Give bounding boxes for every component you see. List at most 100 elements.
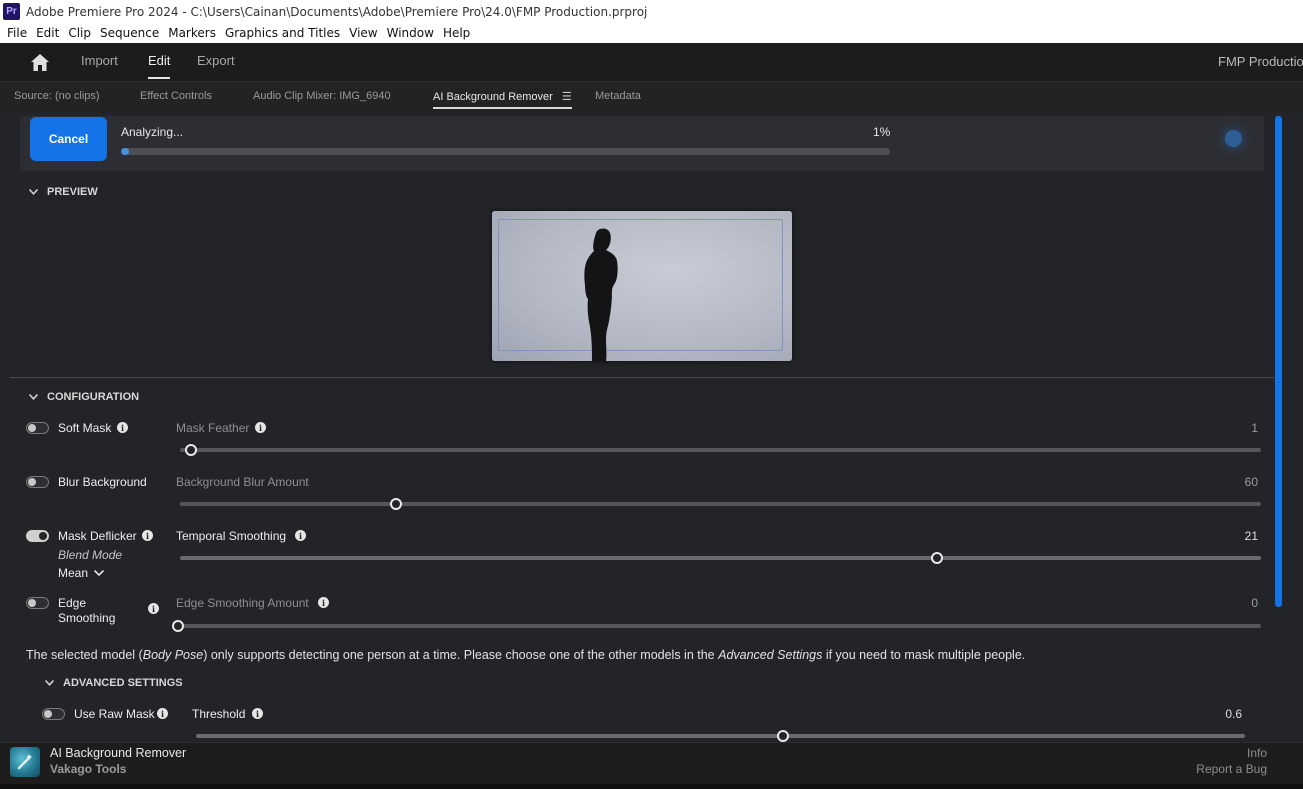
info-icon[interactable]: i	[252, 708, 263, 719]
info-link[interactable]: Info	[1247, 746, 1267, 760]
workspace-nav: Import Edit Export FMP Production	[0, 43, 1303, 81]
blur-background-toggle[interactable]	[26, 476, 49, 488]
slider-thumb[interactable]	[777, 730, 790, 742]
project-name: FMP Production	[1218, 54, 1303, 69]
edge-smoothing-toggle[interactable]	[26, 597, 49, 609]
tab-import[interactable]: Import	[81, 53, 118, 68]
scrollbar-thumb[interactable]	[1275, 116, 1282, 607]
mask-deflicker-toggle[interactable]	[26, 530, 49, 542]
edge-smoothing-label-line2: Smoothing	[58, 611, 116, 625]
chevron-down-icon	[29, 394, 38, 400]
plugin-vendor: Vakago Tools	[50, 762, 127, 776]
plugin-title: AI Background Remover	[50, 746, 187, 760]
blend-mode-dropdown[interactable]: Mean	[58, 566, 105, 580]
menu-graphics-and-titles[interactable]: Graphics and Titles	[225, 26, 340, 40]
analysis-progress-fill	[121, 148, 129, 155]
use-raw-mask-toggle[interactable]	[42, 708, 65, 720]
vakago-logo-icon	[10, 747, 40, 777]
chevron-down-icon	[45, 680, 54, 686]
slider-thumb[interactable]	[184, 444, 197, 456]
mask-feather-slider[interactable]	[180, 444, 1261, 456]
configuration-section-header[interactable]: CONFIGURATION	[29, 391, 139, 403]
menu-sequence[interactable]: Sequence	[100, 26, 159, 40]
toggle-knob	[28, 424, 36, 432]
preview-heading: PREVIEW	[47, 186, 98, 198]
menu-clip[interactable]: Clip	[68, 26, 91, 40]
edge-smoothing-amount-value: 0	[1251, 596, 1258, 610]
analysis-percent: 1%	[873, 125, 891, 139]
menu-markers[interactable]: Markers	[168, 26, 216, 40]
configuration-heading: CONFIGURATION	[47, 391, 140, 403]
report-bug-link[interactable]: Report a Bug	[1196, 762, 1267, 776]
slider-thumb[interactable]	[930, 552, 943, 564]
mask-feather-value: 1	[1251, 421, 1258, 435]
home-icon[interactable]	[31, 54, 49, 71]
edge-smoothing-slider[interactable]	[172, 620, 1261, 632]
note-text-3: if you need to mask multiple people.	[822, 648, 1026, 662]
plugin-footer: AI Background Remover Vakago Tools Info …	[0, 742, 1303, 784]
toggle-knob	[44, 710, 52, 718]
menu-bar: File Edit Clip Sequence Markers Graphics…	[0, 23, 1303, 43]
panel-tab-metadata[interactable]: Metadata	[595, 90, 641, 102]
analysis-status-text: Analyzing...	[121, 125, 184, 139]
mask-deflicker-label: Mask Deflicker	[58, 529, 137, 543]
info-icon[interactable]: i	[148, 603, 159, 614]
premiere-app-icon: Pr	[3, 3, 20, 20]
section-divider	[10, 377, 1274, 378]
preview-mask-frame	[498, 219, 783, 351]
note-advanced-settings-ref: Advanced Settings	[718, 648, 823, 662]
tab-edit[interactable]: Edit	[148, 53, 171, 79]
chevron-down-icon	[94, 570, 105, 576]
menu-help[interactable]: Help	[443, 26, 470, 40]
analysis-progress-bar	[121, 148, 890, 155]
advanced-settings-section-header[interactable]: ADVANCED SETTINGS	[45, 677, 183, 689]
toggle-knob	[39, 532, 47, 540]
panel-tab-ai-background-remover[interactable]: AI Background Remover ☰	[433, 90, 572, 109]
loading-spinner-icon	[1225, 130, 1242, 147]
advanced-settings-heading: ADVANCED SETTINGS	[63, 677, 183, 689]
hamburger-menu-icon[interactable]: ☰	[562, 91, 572, 103]
menu-file[interactable]: File	[7, 26, 27, 40]
info-icon[interactable]: i	[255, 422, 266, 433]
temporal-smoothing-value: 21	[1244, 529, 1258, 543]
panel-tab-effect-controls[interactable]: Effect Controls	[140, 90, 212, 102]
chevron-down-icon	[29, 189, 38, 195]
temporal-smoothing-label: Temporal Smoothing	[176, 529, 287, 543]
background-blur-slider[interactable]	[180, 498, 1261, 510]
panel-tab-label: AI Background Remover	[433, 91, 553, 103]
toggle-knob	[28, 478, 36, 486]
threshold-value: 0.6	[1225, 707, 1242, 721]
slider-thumb[interactable]	[390, 498, 403, 510]
preview-section-header[interactable]: PREVIEW	[29, 186, 98, 198]
cancel-button[interactable]: Cancel	[30, 117, 107, 161]
menu-view[interactable]: View	[349, 26, 377, 40]
info-icon[interactable]: i	[142, 530, 153, 541]
mask-feather-label: Mask Feather	[176, 421, 250, 435]
background-blur-amount-value: 60	[1244, 475, 1258, 489]
menu-edit[interactable]: Edit	[36, 26, 59, 40]
threshold-label: Threshold	[192, 707, 246, 721]
blur-background-label: Blur Background	[58, 475, 147, 489]
info-icon[interactable]: i	[295, 530, 306, 541]
analysis-status-bar: Cancel Analyzing... 1%	[20, 116, 1264, 171]
info-icon[interactable]: i	[117, 422, 128, 433]
soft-mask-label: Soft Mask	[58, 421, 112, 435]
info-icon[interactable]: i	[157, 708, 168, 719]
note-text-2: ) only supports detecting one person at …	[203, 648, 719, 662]
temporal-smoothing-slider[interactable]	[180, 552, 1261, 564]
toggle-knob	[28, 599, 36, 607]
active-tab-underline	[433, 107, 572, 109]
info-icon[interactable]: i	[318, 597, 329, 608]
threshold-slider[interactable]	[196, 730, 1245, 742]
model-limitation-note: The selected model (Body Pose) only supp…	[26, 648, 1025, 662]
panel-tab-bar: Source: (no clips) Effect Controls Audio…	[0, 81, 1303, 111]
tab-export[interactable]: Export	[197, 53, 235, 68]
window-title: Adobe Premiere Pro 2024 - C:\Users\Caina…	[26, 4, 648, 19]
menu-window[interactable]: Window	[387, 26, 434, 40]
use-raw-mask-label: Use Raw Mask	[74, 707, 155, 721]
slider-thumb[interactable]	[172, 620, 184, 632]
panel-tab-audio-clip-mixer[interactable]: Audio Clip Mixer: IMG_6940	[253, 90, 391, 102]
blend-mode-value: Mean	[58, 566, 89, 580]
panel-tab-source[interactable]: Source: (no clips)	[14, 90, 100, 102]
soft-mask-toggle[interactable]	[26, 422, 49, 434]
